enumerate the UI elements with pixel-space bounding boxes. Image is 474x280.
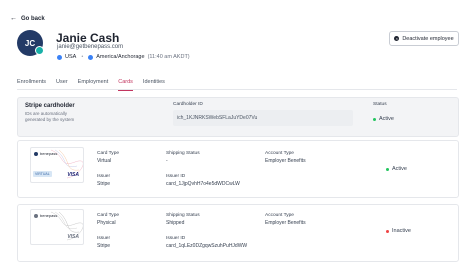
cardholder-id-label: Cardholder ID [173, 102, 203, 107]
card-status-value: Active [392, 166, 407, 172]
deactivate-label: Deactivate employee [402, 35, 454, 42]
card-status-value: Inactive [392, 228, 411, 234]
visa-logo: VISA [67, 172, 79, 178]
account-type-label: Account Type [265, 151, 294, 156]
issuer-value: Stripe [97, 243, 111, 249]
stripe-cardholder-title: Stripe cardholder [25, 103, 75, 109]
card-type-label: Card Type [97, 213, 120, 218]
avatar: JC [17, 30, 44, 56]
card-brand: benepass [40, 213, 58, 218]
timezone: America/Anchorage [96, 54, 145, 60]
benepass-logo: benepass [34, 151, 57, 156]
shipping-status-value: Shipped [166, 220, 185, 226]
account-type-value: Employer Benefits [265, 220, 306, 226]
benepass-logo-icon [34, 151, 38, 156]
card-brand: benepass [40, 151, 58, 156]
tabs-divider [17, 89, 457, 90]
close-circle-icon: × [394, 35, 400, 41]
issuer-id-label: Issuer ID [166, 174, 186, 179]
issuer-label: Issuer [97, 174, 111, 179]
card-art-virtual: benepass VIRTUAL VISA [30, 147, 84, 183]
cardholder-status-value: Active [379, 116, 394, 122]
country: USA [65, 54, 77, 60]
account-type-label: Account Type [265, 213, 294, 218]
avatar-initials: JC [24, 38, 36, 48]
issuer-id-value: card_1JjpQvhH7o4e5dWDCwLW [166, 181, 240, 187]
issuer-id-label: Issuer ID [166, 236, 186, 241]
globe-icon [57, 54, 62, 60]
account-type-value: Employer Benefits [265, 158, 306, 164]
arrow-left-icon: ← [10, 15, 17, 22]
issuer-label: Issuer [97, 236, 111, 241]
go-back-link[interactable]: ← Go back [10, 15, 45, 22]
clock-icon [88, 54, 94, 60]
shipping-status-label: Shipping Status [166, 213, 200, 218]
cardholder-id-field[interactable]: ich_1KJNRKSWebSFLaJuYDe07Vu [173, 110, 353, 126]
deactivate-employee-button[interactable]: × Deactivate employee [389, 31, 459, 46]
stripe-cardholder-subtitle: IDs are automatically generated by the s… [25, 111, 75, 122]
employee-meta: USA • America/Anchorage (11:40 am AKDT) [57, 54, 190, 60]
visa-logo: VISA [67, 234, 79, 240]
shipping-status-label: Shipping Status [166, 151, 200, 156]
issuer-id-value: card_1qLEz0DZgqwSzuhPuHJdWW [166, 243, 248, 249]
cardholder-status-label: Status [373, 102, 387, 107]
employee-name: Janie Cash [56, 31, 120, 45]
card-status: Inactive [386, 228, 411, 234]
virtual-tag: VIRTUAL [33, 171, 52, 177]
benepass-logo-icon [34, 213, 38, 218]
shipping-status-value: - [166, 158, 168, 164]
status-dot-icon [386, 229, 389, 233]
status-dot-icon [373, 117, 376, 121]
card-art-physical: benepass VISA [30, 209, 84, 245]
benepass-logo: benepass [34, 213, 57, 218]
card-status: Active [386, 166, 407, 172]
avatar-status-dot [35, 46, 44, 55]
meta-separator: • [81, 54, 84, 60]
cardholder-id-value: ich_1KJNRKSWebSFLaJuYDe07Vu [177, 115, 258, 121]
status-dot-icon [386, 167, 389, 171]
cardholder-status: Active [373, 116, 394, 122]
card-type-value: Virtual [97, 158, 112, 164]
issuer-value: Stripe [97, 181, 111, 187]
employee-email: janie@getbenepass.com [57, 44, 124, 50]
go-back-label: Go back [21, 15, 45, 22]
card-type-label: Card Type [97, 151, 120, 156]
local-time: (11:40 am AKDT) [147, 54, 190, 60]
card-type-value: Physical [97, 220, 116, 226]
